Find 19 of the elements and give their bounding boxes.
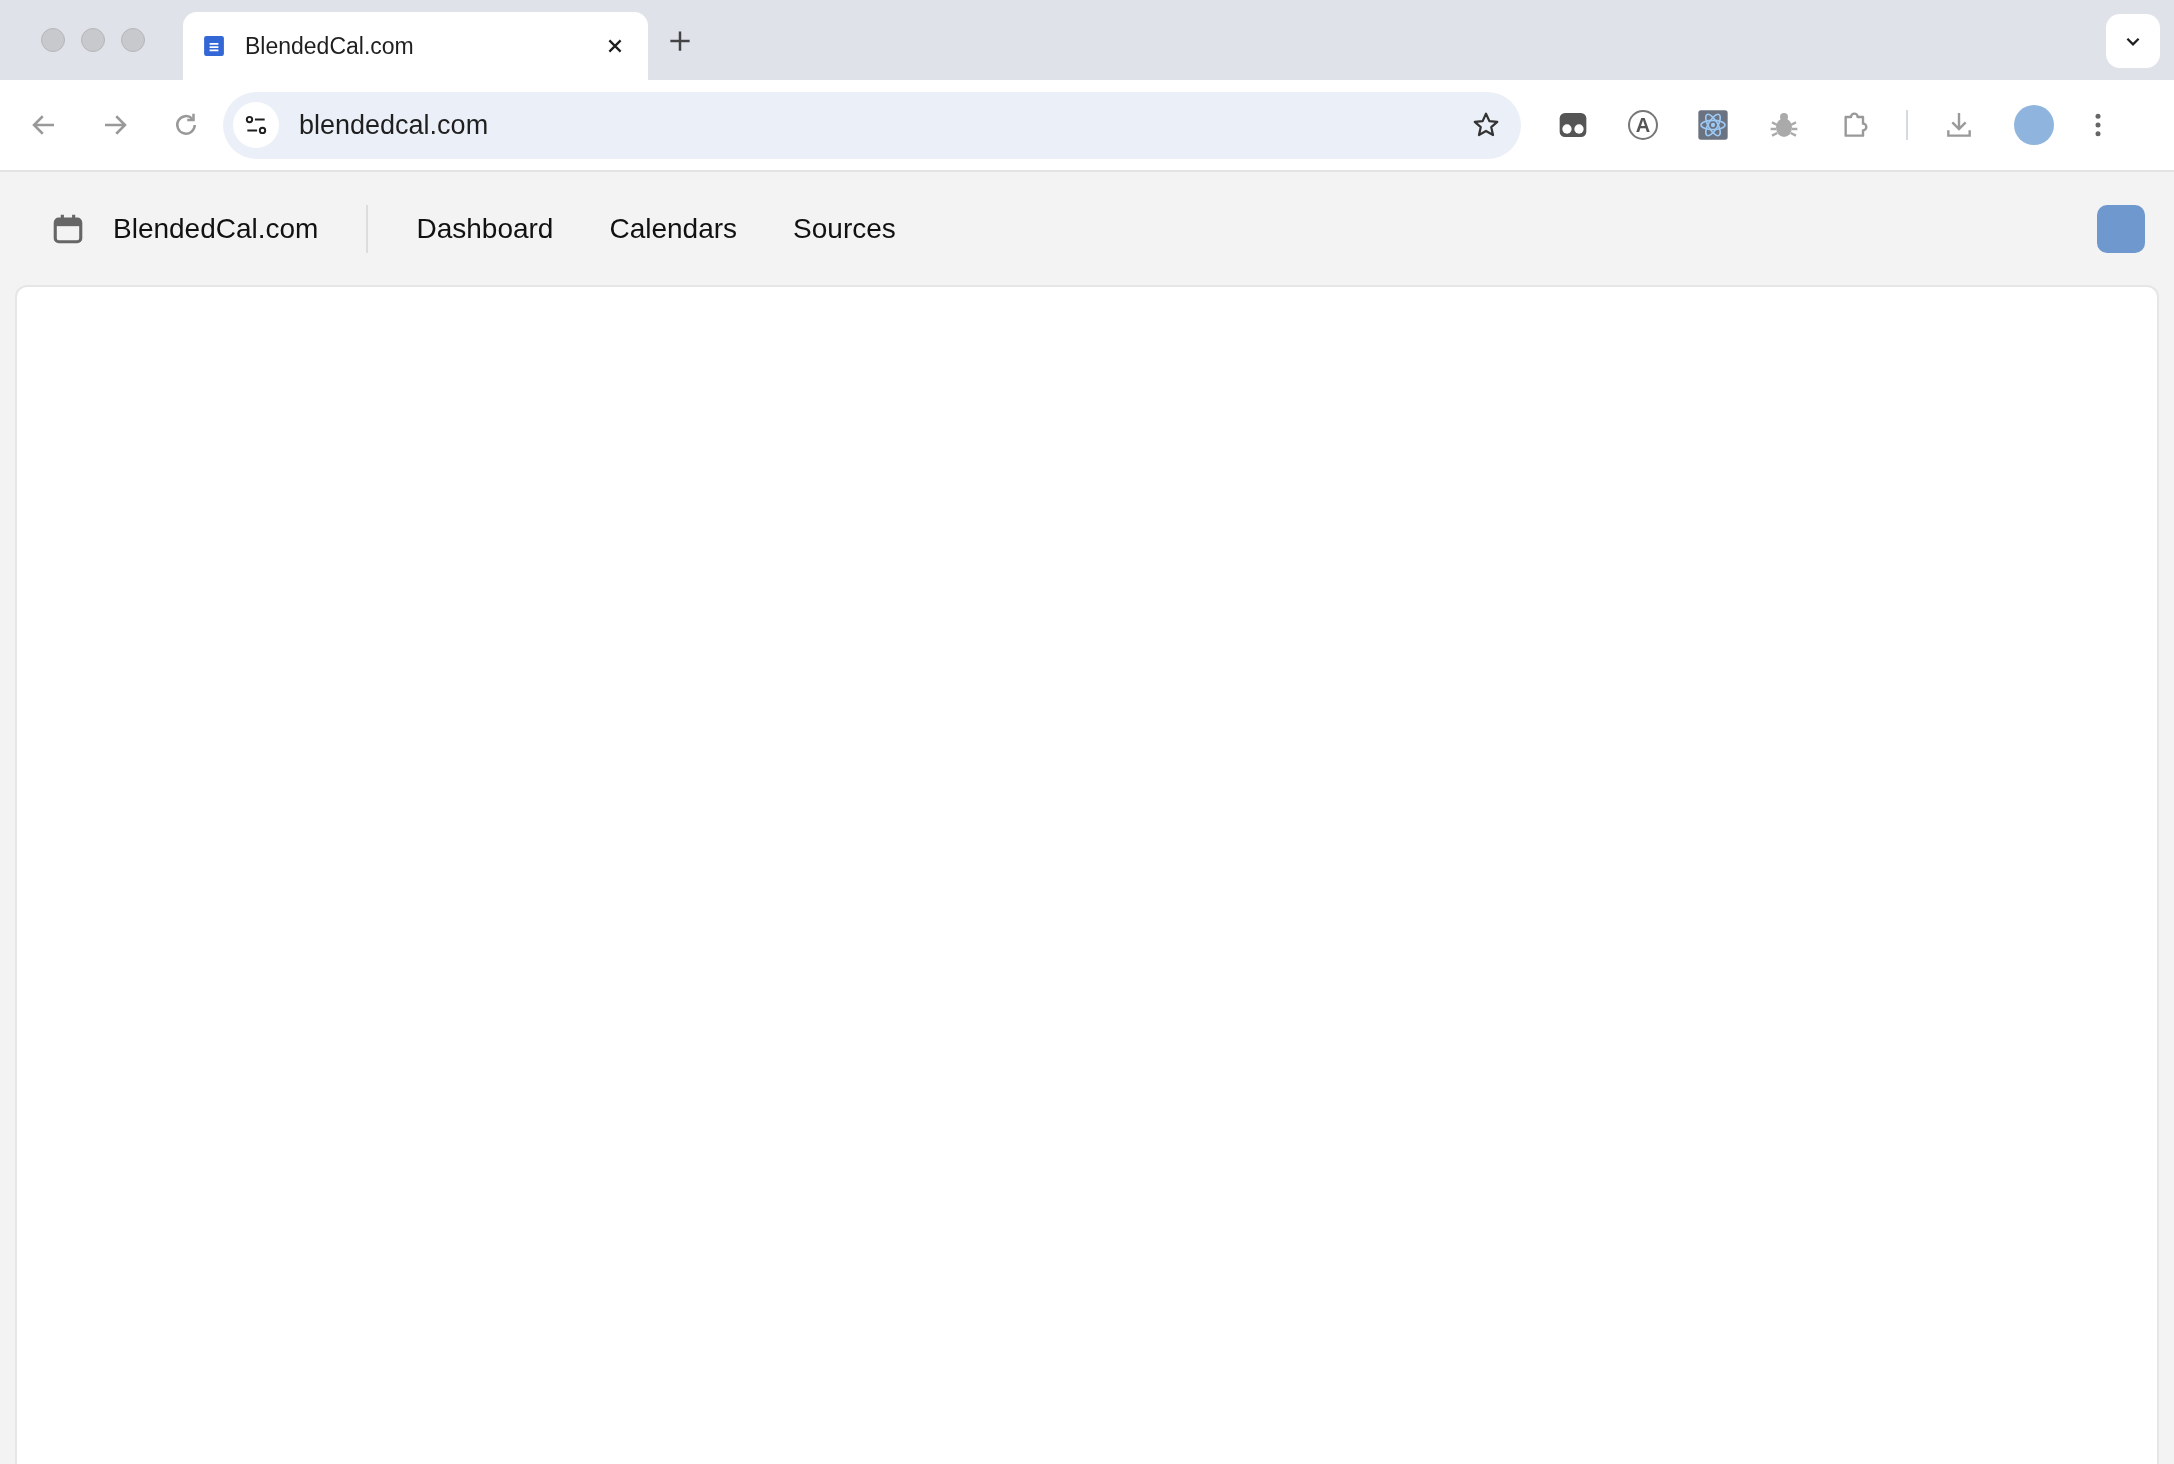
document-icon xyxy=(203,35,225,57)
tab-title: BlendedCal.com xyxy=(245,32,415,60)
nav-link[interactable]: Sources xyxy=(793,212,896,245)
profile-avatar[interactable] xyxy=(2014,105,2054,145)
letter-extension-icon[interactable]: A xyxy=(1628,110,1658,140)
nav-link[interactable]: Calendars xyxy=(609,212,738,245)
nav-link[interactable]: Dashboard xyxy=(416,212,554,245)
site-settings-button[interactable] xyxy=(233,102,279,148)
new-tab-icon[interactable] xyxy=(669,30,691,52)
close-icon[interactable] xyxy=(606,37,624,55)
brand-name[interactable]: BlendedCal.com xyxy=(113,212,319,245)
url-text: blendedcal.com xyxy=(299,109,490,141)
window-close-light[interactable] xyxy=(41,28,65,52)
user-avatar[interactable] xyxy=(2097,204,2145,253)
window-zoom-light[interactable] xyxy=(121,28,145,52)
atom-icon[interactable] xyxy=(1697,109,1729,141)
browser-tab[interactable]: BlendedCal.com xyxy=(183,12,648,80)
address-bar[interactable]: blendedcal.com xyxy=(223,91,1521,159)
window-minimize-light[interactable] xyxy=(81,28,105,52)
